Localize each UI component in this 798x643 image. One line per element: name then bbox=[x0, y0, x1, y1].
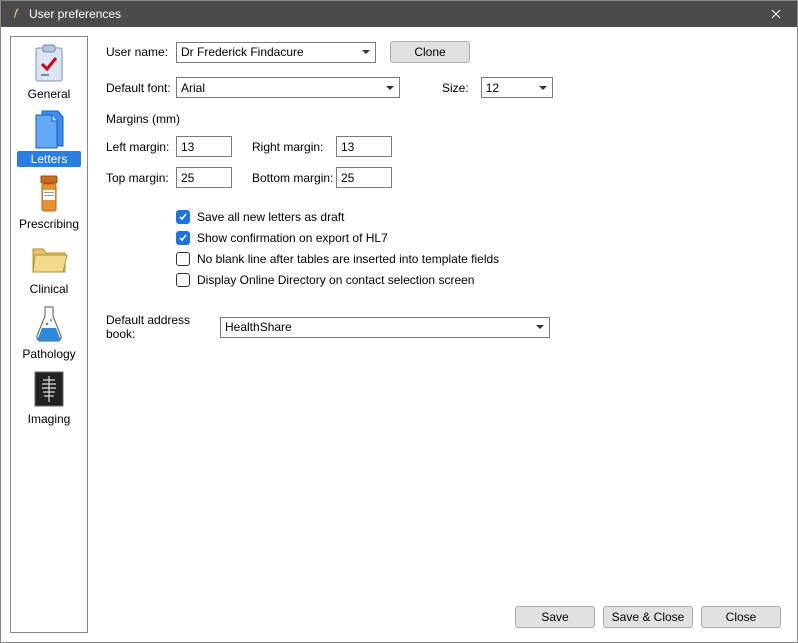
checkbox-label: Display Online Directory on contact sele… bbox=[197, 273, 474, 287]
right-margin-input[interactable] bbox=[336, 136, 392, 157]
sidebar-item-label: General bbox=[17, 86, 81, 102]
checkbox-icon bbox=[176, 231, 190, 245]
dialog-buttons: Save Save & Close Close bbox=[515, 606, 781, 628]
checkbox-hl7-confirm[interactable]: Show confirmation on export of HL7 bbox=[176, 231, 781, 245]
right-margin-label: Right margin: bbox=[252, 140, 336, 154]
flask-icon bbox=[29, 303, 69, 345]
top-margin-label: Top margin: bbox=[106, 171, 176, 185]
pages-icon bbox=[29, 108, 69, 150]
checkbox-online-directory[interactable]: Display Online Directory on contact sele… bbox=[176, 273, 781, 287]
username-label: User name: bbox=[106, 45, 176, 59]
left-margin-input[interactable] bbox=[176, 136, 232, 157]
checkbox-icon bbox=[176, 273, 190, 287]
checkbox-icon bbox=[176, 210, 190, 224]
left-margin-label: Left margin: bbox=[106, 140, 176, 154]
checkbox-label: Save all new letters as draft bbox=[197, 210, 344, 224]
save-close-button[interactable]: Save & Close bbox=[603, 606, 693, 628]
clipboard-check-icon bbox=[29, 43, 69, 85]
sidebar-item-prescribing[interactable]: Prescribing bbox=[17, 173, 81, 232]
username-select[interactable]: Dr Frederick Findacure bbox=[176, 42, 376, 63]
font-size-select[interactable]: 12 bbox=[481, 77, 553, 98]
checkbox-no-blank-line[interactable]: No blank line after tables are inserted … bbox=[176, 252, 781, 266]
sidebar-item-label: Clinical bbox=[17, 281, 81, 297]
settings-panel: User name: Dr Frederick Findacure Clone … bbox=[88, 27, 797, 642]
bottom-margin-label: Bottom margin: bbox=[252, 171, 336, 185]
top-margin-input[interactable] bbox=[176, 167, 232, 188]
margins-group-label: Margins (mm) bbox=[106, 112, 781, 126]
sidebar-item-label: Pathology bbox=[17, 346, 81, 362]
sidebar-item-pathology[interactable]: Pathology bbox=[17, 303, 81, 362]
sidebar-item-imaging[interactable]: Imaging bbox=[17, 368, 81, 427]
font-size-label: Size: bbox=[442, 81, 469, 95]
sidebar-item-letters[interactable]: Letters bbox=[17, 108, 81, 167]
sidebar-item-label: Imaging bbox=[17, 411, 81, 427]
sidebar-item-general[interactable]: General bbox=[17, 43, 81, 102]
sidebar-item-clinical[interactable]: Clinical bbox=[17, 238, 81, 297]
app-icon bbox=[9, 6, 23, 23]
close-button[interactable]: Close bbox=[701, 606, 781, 628]
checkbox-label: No blank line after tables are inserted … bbox=[197, 252, 499, 266]
save-button[interactable]: Save bbox=[515, 606, 595, 628]
address-book-label: Default address book: bbox=[106, 313, 220, 341]
clone-button[interactable]: Clone bbox=[390, 41, 470, 63]
close-window-button[interactable] bbox=[761, 2, 791, 26]
default-font-select[interactable]: Arial bbox=[176, 77, 400, 98]
titlebar: User preferences bbox=[1, 1, 797, 27]
checkbox-icon bbox=[176, 252, 190, 266]
xray-icon bbox=[29, 368, 69, 410]
checkbox-label: Show confirmation on export of HL7 bbox=[197, 231, 388, 245]
checkbox-save-draft[interactable]: Save all new letters as draft bbox=[176, 210, 781, 224]
sidebar-item-label: Letters bbox=[17, 151, 81, 167]
folder-icon bbox=[29, 238, 69, 280]
window-title: User preferences bbox=[29, 7, 121, 21]
bottom-margin-input[interactable] bbox=[336, 167, 392, 188]
address-book-select[interactable]: HealthShare bbox=[220, 317, 550, 338]
default-font-label: Default font: bbox=[106, 81, 176, 95]
category-sidebar: General Letters Prescribing Clinical Pat… bbox=[10, 36, 88, 633]
pill-bottle-icon bbox=[29, 173, 69, 215]
sidebar-item-label: Prescribing bbox=[17, 216, 81, 232]
